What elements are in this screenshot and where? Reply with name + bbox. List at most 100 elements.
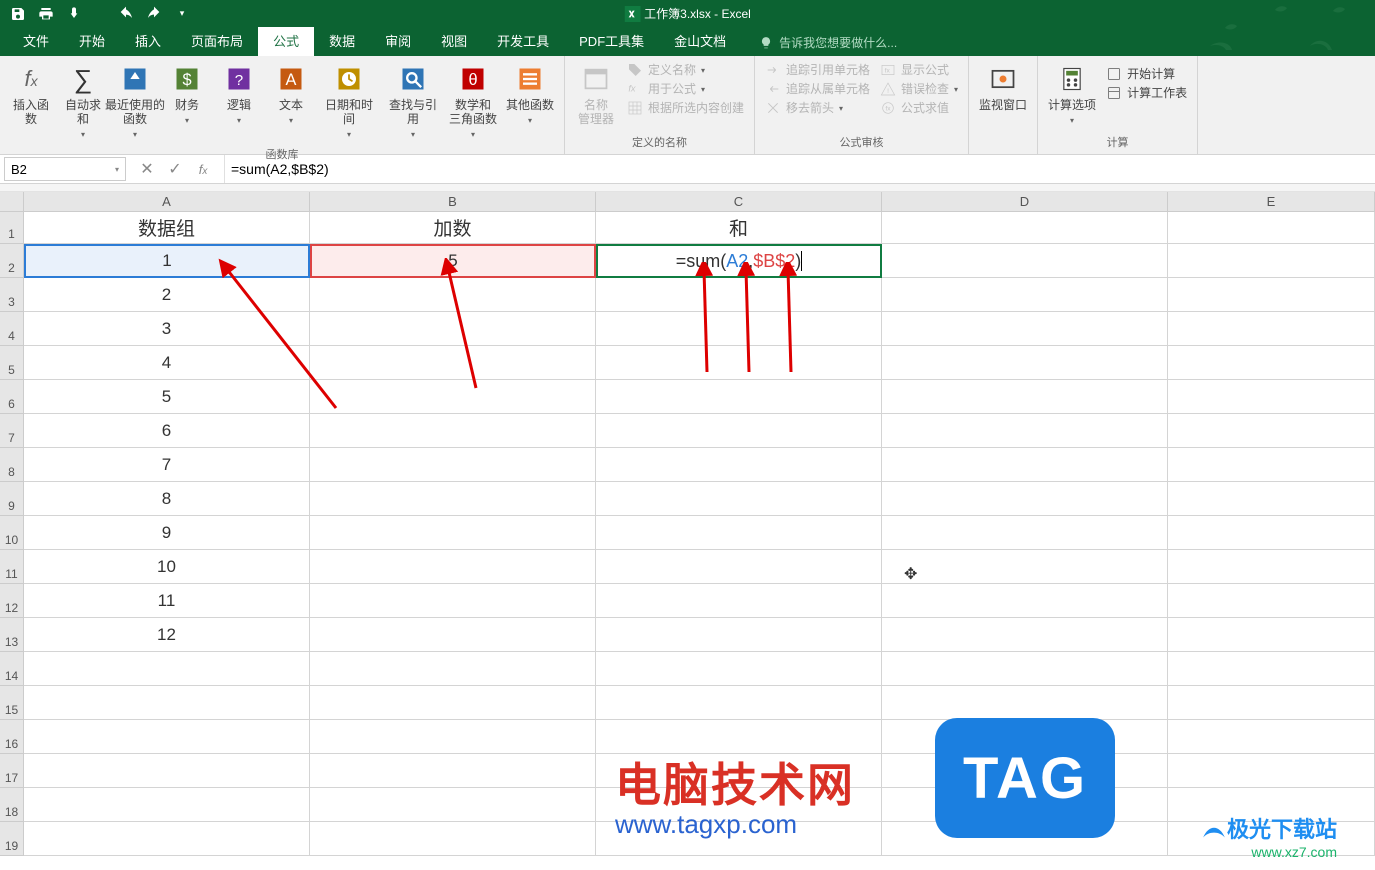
cell[interactable] — [310, 686, 596, 720]
cell[interactable] — [310, 822, 596, 856]
cell[interactable] — [1168, 652, 1375, 686]
cell[interactable] — [882, 212, 1168, 244]
row-header[interactable]: 4 — [0, 312, 24, 346]
trace-dependents-button[interactable]: 追踪从属单元格 — [765, 80, 870, 97]
cell[interactable] — [596, 278, 882, 312]
lookup-ref-button[interactable]: 查找与引用▾ — [382, 59, 444, 146]
date-time-button[interactable]: 日期和时间▾ — [318, 59, 380, 146]
cell-C2-editing[interactable]: =sum(A2,$B$2) — [596, 244, 882, 278]
qat-customize-button[interactable]: ▾ — [170, 3, 194, 25]
row-header[interactable]: 14 — [0, 652, 24, 686]
cell[interactable] — [24, 720, 310, 754]
redo-button[interactable] — [142, 3, 166, 25]
financial-button[interactable]: $ 财务▾ — [162, 59, 212, 132]
cell[interactable]: 9 — [24, 516, 310, 550]
evaluate-formula-button[interactable]: fx公式求值 — [880, 99, 958, 116]
recently-used-button[interactable]: 最近使用的 函数▾ — [110, 59, 160, 143]
cell[interactable] — [882, 618, 1168, 652]
tab-insert[interactable]: 插入 — [120, 25, 176, 56]
cell[interactable] — [1168, 244, 1375, 278]
cell[interactable] — [882, 448, 1168, 482]
cell[interactable] — [1168, 212, 1375, 244]
cell[interactable] — [310, 788, 596, 822]
cell[interactable]: 和 — [596, 212, 882, 244]
use-in-formula-button[interactable]: fx用于公式 ▾ — [627, 80, 744, 97]
row-header[interactable]: 16 — [0, 720, 24, 754]
cell[interactable] — [1168, 380, 1375, 414]
cell[interactable] — [882, 686, 1168, 720]
math-trig-button[interactable]: θ 数学和 三角函数▾ — [446, 59, 500, 143]
row-header[interactable]: 18 — [0, 788, 24, 822]
row-header[interactable]: 12 — [0, 584, 24, 618]
formula-input[interactable]: =sum(A2,$B$2) — [224, 155, 1375, 183]
col-header-E[interactable]: E — [1168, 192, 1375, 211]
cell[interactable] — [1168, 516, 1375, 550]
cell[interactable] — [1168, 278, 1375, 312]
logical-button[interactable]: ? 逻辑▾ — [214, 59, 264, 132]
tab-view[interactable]: 视图 — [426, 25, 482, 56]
cell[interactable] — [310, 516, 596, 550]
cell[interactable] — [1168, 482, 1375, 516]
cell[interactable]: 2 — [24, 278, 310, 312]
cell[interactable]: 5 — [24, 380, 310, 414]
cell[interactable] — [596, 618, 882, 652]
cell[interactable] — [310, 482, 596, 516]
cell[interactable] — [596, 686, 882, 720]
col-header-A[interactable]: A — [24, 192, 310, 211]
cell[interactable] — [310, 448, 596, 482]
tab-data[interactable]: 数据 — [314, 25, 370, 56]
tab-kingsoft[interactable]: 金山文档 — [659, 25, 741, 56]
cell[interactable] — [882, 380, 1168, 414]
calculate-now-button[interactable]: 开始计算 — [1106, 65, 1187, 82]
cell[interactable] — [1168, 312, 1375, 346]
cell[interactable] — [1168, 414, 1375, 448]
cell[interactable] — [310, 584, 596, 618]
cell[interactable] — [882, 652, 1168, 686]
cell[interactable]: 6 — [24, 414, 310, 448]
cell[interactable]: 11 — [24, 584, 310, 618]
row-header[interactable]: 3 — [0, 278, 24, 312]
row-header[interactable]: 7 — [0, 414, 24, 448]
undo-button[interactable] — [114, 3, 138, 25]
cell[interactable] — [882, 414, 1168, 448]
cell[interactable]: 12 — [24, 618, 310, 652]
cell[interactable] — [1168, 584, 1375, 618]
row-header[interactable]: 11 — [0, 550, 24, 584]
col-header-B[interactable]: B — [310, 192, 596, 211]
cell[interactable] — [310, 754, 596, 788]
cell[interactable] — [310, 346, 596, 380]
tab-developer[interactable]: 开发工具 — [482, 25, 564, 56]
cell[interactable] — [310, 618, 596, 652]
row-header[interactable]: 19 — [0, 822, 24, 856]
name-manager-button[interactable]: 名称 管理器 — [571, 59, 621, 130]
cell[interactable] — [1168, 448, 1375, 482]
cell[interactable] — [882, 312, 1168, 346]
select-all-corner[interactable] — [0, 192, 24, 211]
row-header[interactable]: 1 — [0, 212, 24, 244]
cell-B2[interactable]: 5 — [310, 244, 596, 278]
trace-precedents-button[interactable]: 追踪引用单元格 — [765, 61, 870, 78]
create-from-selection-button[interactable]: 根据所选内容创建 — [627, 99, 744, 116]
cell[interactable] — [24, 788, 310, 822]
cell[interactable] — [1168, 754, 1375, 788]
tell-me-input[interactable]: 告诉我您想要做什么... — [759, 29, 897, 56]
cell[interactable] — [24, 754, 310, 788]
cell[interactable] — [596, 482, 882, 516]
cell[interactable] — [1168, 346, 1375, 380]
show-formulas-button[interactable]: fx显示公式 — [880, 61, 958, 78]
cell[interactable] — [596, 380, 882, 414]
cell[interactable]: 加数 — [310, 212, 596, 244]
name-box[interactable]: B2 ▾ — [4, 157, 126, 181]
row-header[interactable]: 5 — [0, 346, 24, 380]
tab-formulas[interactable]: 公式 — [258, 25, 314, 56]
cell[interactable] — [24, 652, 310, 686]
row-header[interactable]: 8 — [0, 448, 24, 482]
row-header[interactable]: 9 — [0, 482, 24, 516]
row-header[interactable]: 6 — [0, 380, 24, 414]
cell[interactable] — [596, 652, 882, 686]
calculate-sheet-button[interactable]: 计算工作表 — [1106, 84, 1187, 101]
error-checking-button[interactable]: !错误检查 ▾ — [880, 80, 958, 97]
cell[interactable] — [596, 584, 882, 618]
define-name-button[interactable]: 定义名称 ▾ — [627, 61, 744, 78]
insert-function-fx-button[interactable]: fx — [190, 158, 216, 180]
